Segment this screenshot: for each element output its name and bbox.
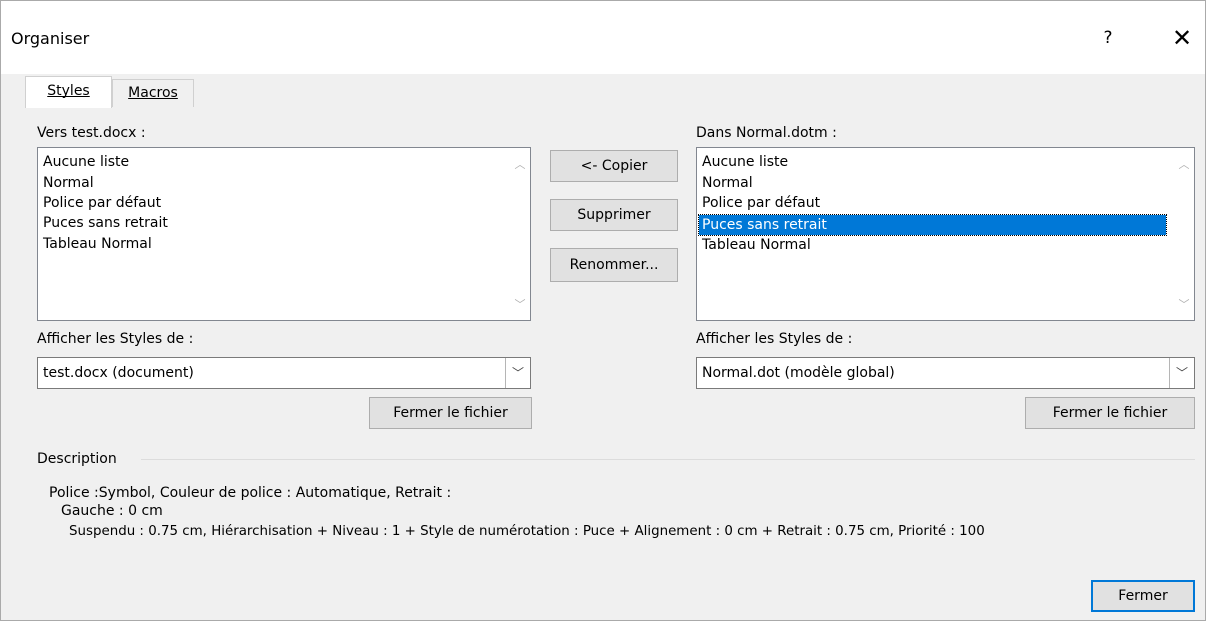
list-item[interactable]: Police par défaut (43, 193, 161, 213)
chevron-down-icon[interactable]: ﹀ (505, 358, 530, 388)
chevron-down-icon[interactable]: ﹀ (1169, 358, 1194, 388)
organiser-dialog: Organiser ? ✕ Styles Macros Vers test.do… (0, 0, 1206, 621)
target-combo-value: Normal.dot (modèle global) (702, 365, 895, 381)
help-button[interactable]: ? (1093, 23, 1123, 53)
delete-button[interactable]: Supprimer (550, 199, 678, 231)
scrollbar[interactable]: ︿ ﹀ (1174, 148, 1194, 320)
list-item[interactable]: Tableau Normal (702, 235, 811, 255)
source-combo-value: test.docx (document) (43, 365, 194, 381)
description-divider (141, 459, 1195, 460)
source-list-label: Vers test.docx : (37, 125, 146, 141)
tab-styles[interactable]: Styles (25, 76, 112, 108)
source-close-file-button[interactable]: Fermer le fichier (369, 397, 532, 429)
scroll-down-icon[interactable]: ﹀ (514, 296, 526, 312)
target-show-combo[interactable]: Normal.dot (modèle global) ﹀ (696, 357, 1195, 389)
list-item[interactable]: Aucune liste (43, 152, 129, 172)
title-bar: Organiser ? ✕ (1, 1, 1205, 74)
scroll-up-icon[interactable]: ︿ (1178, 156, 1190, 172)
tab-macros[interactable]: Macros (112, 79, 194, 107)
description-heading: Description (37, 451, 117, 467)
list-item[interactable]: Puces sans retrait (43, 213, 168, 233)
source-show-combo[interactable]: test.docx (document) ﹀ (37, 357, 531, 389)
list-item[interactable]: Normal (702, 173, 753, 193)
list-item-selected[interactable]: Puces sans retrait (698, 214, 1167, 236)
dialog-title: Organiser (11, 29, 90, 48)
description-line-1: Police :Symbol, Couleur de police : Auto… (49, 485, 452, 501)
source-show-label: Afficher les Styles de : (37, 331, 194, 347)
list-item[interactable]: Police par défaut (702, 193, 820, 213)
close-icon[interactable]: ✕ (1165, 23, 1199, 53)
target-close-file-button[interactable]: Fermer le fichier (1025, 397, 1195, 429)
tab-macros-label: Macros (128, 85, 178, 101)
rename-button[interactable]: Renommer... (550, 248, 678, 282)
list-item[interactable]: Aucune liste (702, 152, 788, 172)
copy-button[interactable]: <- Copier (550, 150, 678, 182)
close-dialog-button[interactable]: Fermer (1091, 580, 1195, 612)
description-line-2: Gauche : 0 cm (61, 503, 163, 519)
scroll-up-icon[interactable]: ︿ (514, 156, 526, 172)
target-styles-list[interactable]: Aucune liste Normal Police par défaut Pu… (696, 147, 1195, 321)
target-list-label: Dans Normal.dotm : (696, 125, 837, 141)
description-line-3: Suspendu : 0.75 cm, Hiérarchisation + Ni… (69, 524, 985, 539)
tab-styles-label: Styles (47, 83, 90, 99)
source-styles-list[interactable]: Aucune liste Normal Police par défaut Pu… (37, 147, 531, 321)
scroll-down-icon[interactable]: ﹀ (1178, 296, 1190, 312)
list-item[interactable]: Normal (43, 173, 94, 193)
list-item[interactable]: Tableau Normal (43, 234, 152, 254)
target-show-label: Afficher les Styles de : (696, 331, 853, 347)
scrollbar[interactable]: ︿ ﹀ (510, 148, 530, 320)
